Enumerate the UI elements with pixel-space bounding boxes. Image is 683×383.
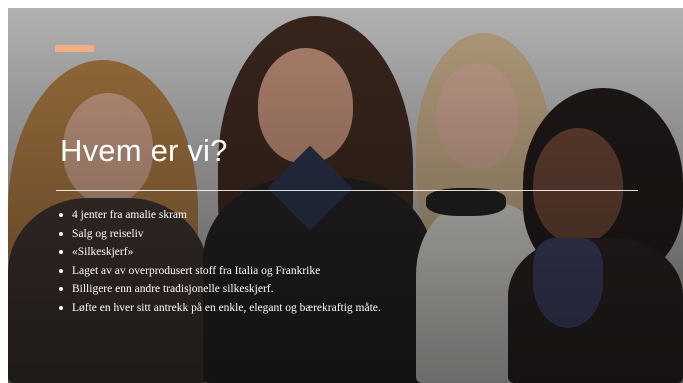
- bullet-item: Billigere enn andre tradisjonelle silkes…: [58, 280, 381, 299]
- bullet-item: 4 jenter fra amalie skram: [58, 206, 381, 225]
- bullet-dot-icon: [59, 287, 63, 292]
- dark-overlay: [8, 8, 683, 383]
- bullet-item: «Silkeskjerf»: [58, 243, 381, 262]
- bullet-text: Billigere enn andre tradisjonelle silkes…: [72, 283, 274, 296]
- bullet-list: 4 jenter fra amalie skram Salg og reisel…: [58, 206, 381, 318]
- bullet-text: 4 jenter fra amalie skram: [72, 209, 187, 221]
- bullet-dot-icon: [59, 305, 63, 310]
- bullet-item: Løfte en hver sitt antrekk på en enkle, …: [58, 299, 381, 318]
- bullet-dot-icon: [59, 213, 63, 217]
- bullet-text: Løfte en hver sitt antrekk på en enkle, …: [72, 301, 381, 314]
- bullet-text: Salg og reiseliv: [72, 227, 144, 240]
- bullet-dot-icon: [59, 268, 63, 273]
- bullet-dot-icon: [59, 250, 63, 255]
- bullet-text: Laget av av overprodusert stoff fra Ital…: [72, 264, 321, 277]
- bullet-dot-icon: [59, 231, 63, 236]
- slide: Hvem er vi? 4 jenter fra amalie skram Sa…: [8, 8, 683, 383]
- title-divider: [56, 190, 638, 191]
- bullet-item: Laget av av overprodusert stoff fra Ital…: [58, 262, 381, 281]
- accent-bar: [55, 45, 94, 52]
- bullet-text: «Silkeskjerf»: [72, 246, 134, 259]
- slide-title: Hvem er vi?: [60, 133, 228, 168]
- bullet-item: Salg og reiseliv: [58, 225, 381, 244]
